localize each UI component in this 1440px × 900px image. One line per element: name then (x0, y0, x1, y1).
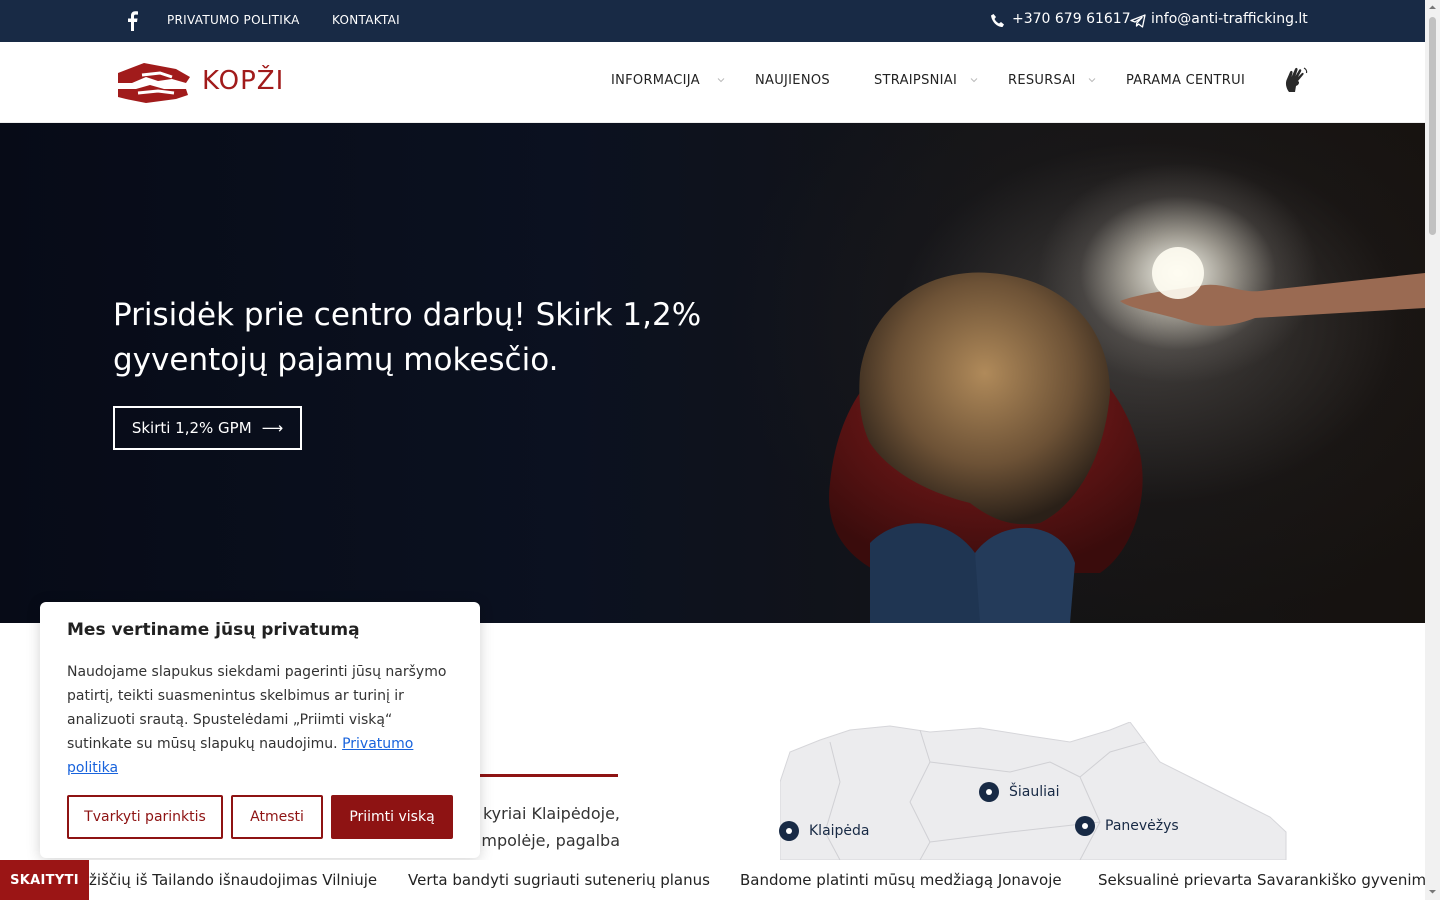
hands-logo-icon (118, 63, 190, 103)
content-paragraph-line: mpolėje, pagalba (481, 831, 620, 850)
news-ticker: SKAITYTI žiščių iš Tailando išnaudojimas… (0, 860, 1425, 900)
map-pin-icon[interactable] (1075, 816, 1095, 836)
sign-language-icon[interactable] (1283, 66, 1309, 94)
email-address[interactable]: info@anti-trafficking.lt (1151, 11, 1308, 27)
privacy-policy-link[interactable]: PRIVATUMO POLITIKA (167, 13, 300, 27)
phone-number[interactable]: +370 679 61617 (1012, 11, 1131, 27)
chevron-down-icon[interactable] (717, 76, 725, 84)
ticker-item[interactable]: Bandome platinti mūsų medžiagą Jonavoje (740, 871, 1062, 889)
city-label-klaipeda[interactable]: Klaipėda (809, 823, 870, 839)
nav-straipsniai[interactable]: STRAIPSNIAI (874, 73, 957, 88)
phone-icon (991, 14, 1004, 27)
donate-gpm-button-label: Skirti 1,2% GPM (131, 419, 252, 437)
top-bar: PRIVATUMO POLITIKA KONTAKTAI +370 679 61… (0, 0, 1425, 42)
section-divider (480, 774, 618, 777)
nav-parama-centrui[interactable]: PARAMA CENTRUI (1126, 73, 1245, 88)
scrollbar-thumb[interactable] (1429, 17, 1436, 235)
contacts-link[interactable]: KONTAKTAI (332, 13, 400, 27)
lithuania-map: Šiauliai Panevėžys Klaipėda (779, 722, 1288, 860)
logo-text: KOPŽI (202, 66, 285, 96)
cookie-text: Naudojame slapukus siekdami pagerinti jū… (67, 660, 457, 780)
ticker-label: SKAITYTI (0, 860, 89, 900)
city-label-siauliai[interactable]: Šiauliai (1009, 784, 1059, 800)
scroll-up-arrow-icon[interactable] (1428, 3, 1437, 12)
manage-preferences-button[interactable]: Tvarkyti parinktis (67, 795, 223, 839)
donate-gpm-button[interactable]: Skirti 1,2% GPM ⟶ (113, 406, 302, 450)
site-logo[interactable]: KOPŽI (116, 59, 285, 107)
ticker-item[interactable]: Seksualinė prievarta Savarankiško gyveni… (1098, 871, 1425, 889)
nav-resursai[interactable]: RESURSAI (1008, 73, 1076, 88)
facebook-icon[interactable] (126, 11, 138, 31)
telegram-icon (1130, 14, 1146, 28)
hero-banner: Prisidėk prie centro darbų! Skirk 1,2% g… (0, 123, 1425, 623)
reject-button[interactable]: Atmesti (231, 795, 323, 839)
cookie-consent-dialog: Mes vertiname jūsų privatumą Naudojame s… (40, 602, 480, 858)
page-scrollbar[interactable] (1425, 0, 1440, 900)
nav-naujienos[interactable]: NAUJIENOS (755, 73, 830, 88)
scroll-down-arrow-icon[interactable] (1428, 887, 1437, 896)
content-paragraph-line: kyriai Klaipėdoje, (482, 804, 620, 823)
ticker-item[interactable]: Verta bandyti sugriauti sutenerių planus (408, 871, 710, 889)
city-label-panevezys[interactable]: Panevėžys (1105, 818, 1179, 834)
nav-informacija[interactable]: INFORMACIJA (611, 73, 700, 88)
ticker-item[interactable]: žiščių iš Tailando išnaudojimas Vilniuje (89, 871, 377, 889)
accept-all-button[interactable]: Priimti viską (331, 795, 453, 839)
chevron-down-icon[interactable] (970, 76, 978, 84)
site-header: KOPŽI INFORMACIJA NAUJIENOS STRAIPSNIAI … (0, 42, 1425, 123)
hero-title: Prisidėk prie centro darbų! Skirk 1,2% g… (113, 297, 702, 378)
map-pin-icon[interactable] (779, 821, 799, 841)
arrow-right-icon: ⟶ (261, 419, 284, 437)
map-pin-icon[interactable] (979, 782, 999, 802)
cookie-title: Mes vertiname jūsų privatumą (67, 620, 360, 640)
chevron-down-icon[interactable] (1088, 76, 1096, 84)
